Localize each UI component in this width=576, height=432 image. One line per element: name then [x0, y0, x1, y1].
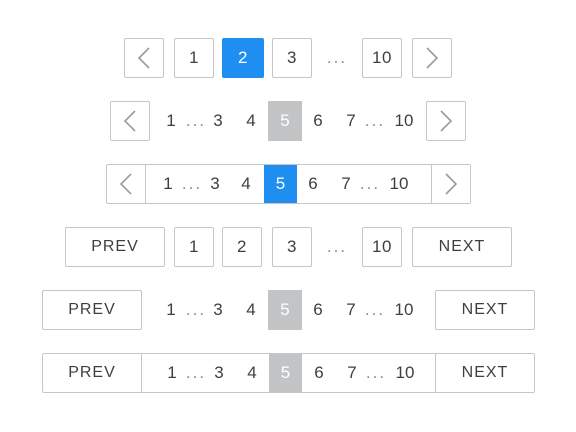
page-7-link[interactable]: 7 — [340, 290, 362, 330]
ellipsis: ... — [364, 111, 386, 130]
next-button[interactable]: NEXT — [436, 354, 534, 392]
pagination-group: 1 ... 3 4 5 6 7 ... 10 — [106, 164, 471, 204]
page-10-link[interactable]: 10 — [385, 165, 413, 203]
ellipsis: ... — [359, 174, 381, 193]
page-6-link[interactable]: 6 — [307, 101, 329, 141]
page-10-button[interactable]: 10 — [362, 227, 402, 267]
ellipsis: ... — [364, 300, 386, 319]
page-5-active[interactable]: 5 — [269, 354, 302, 392]
ellipsis: ... — [181, 174, 203, 193]
pagination-grouped: 1 ... 3 4 5 6 7 ... 10 — [0, 164, 576, 204]
chevron-left-icon — [123, 110, 136, 132]
page-7-link[interactable]: 7 — [341, 354, 363, 392]
next-button[interactable]: NEXT — [412, 227, 512, 267]
ellipsis: ... — [326, 48, 348, 67]
prev-button[interactable]: PREV — [65, 227, 165, 267]
page-3-link[interactable]: 3 — [208, 290, 228, 330]
prev-button[interactable]: PREV — [43, 354, 141, 392]
chevron-left-icon — [119, 173, 132, 195]
page-3-link[interactable]: 3 — [205, 165, 225, 203]
page-5-active[interactable]: 5 — [268, 101, 302, 141]
pagination-group: PREV 1 ... 3 4 5 6 7 ... 10 NEXT — [42, 353, 535, 393]
page-3-button[interactable]: 3 — [272, 227, 312, 267]
chevron-right-icon — [426, 47, 439, 69]
ellipsis: ... — [185, 363, 207, 382]
page-3-link[interactable]: 3 — [208, 101, 228, 141]
page-7-link[interactable]: 7 — [340, 101, 362, 141]
prev-button[interactable] — [124, 38, 164, 78]
pagination-boxed: 1 2 3 ... 10 — [0, 38, 576, 78]
ellipsis: ... — [326, 237, 348, 256]
divider — [141, 354, 142, 392]
ellipsis: ... — [185, 300, 207, 319]
page-6-link[interactable]: 6 — [307, 290, 329, 330]
prev-button[interactable] — [107, 165, 145, 203]
ellipsis: ... — [185, 111, 207, 130]
page-10-link[interactable]: 10 — [390, 101, 418, 141]
page-2-button-active[interactable]: 2 — [222, 38, 264, 78]
page-7-link[interactable]: 7 — [335, 165, 357, 203]
next-button[interactable] — [432, 165, 470, 203]
page-4-link[interactable]: 4 — [235, 165, 257, 203]
page-6-link[interactable]: 6 — [308, 354, 330, 392]
prev-button[interactable]: PREV — [42, 290, 142, 330]
page-1-link[interactable]: 1 — [157, 165, 179, 203]
ellipsis: ... — [365, 363, 387, 382]
page-10-link[interactable]: 10 — [390, 290, 418, 330]
page-4-link[interactable]: 4 — [240, 101, 262, 141]
chevron-right-icon — [440, 110, 453, 132]
page-10-button[interactable]: 10 — [362, 38, 402, 78]
prev-button[interactable] — [110, 101, 150, 141]
next-button[interactable]: NEXT — [435, 290, 535, 330]
next-button[interactable] — [412, 38, 452, 78]
page-1-link[interactable]: 1 — [160, 290, 182, 330]
page-6-link[interactable]: 6 — [302, 165, 324, 203]
page-10-link[interactable]: 10 — [391, 354, 419, 392]
page-3-link[interactable]: 3 — [209, 354, 229, 392]
page-4-link[interactable]: 4 — [240, 290, 262, 330]
page-2-button[interactable]: 2 — [222, 227, 262, 267]
pagination-text-grouped: PREV 1 ... 3 4 5 6 7 ... 10 NEXT — [0, 353, 576, 393]
next-button[interactable] — [426, 101, 466, 141]
page-1-link[interactable]: 1 — [160, 101, 182, 141]
pagination-text-minimal: PREV 1 ... 3 4 5 6 7 ... 10 NEXT — [0, 290, 576, 330]
chevron-left-icon — [137, 47, 150, 69]
page-5-active[interactable]: 5 — [268, 290, 302, 330]
pagination-minimal: 1 ... 3 4 5 6 7 ... 10 — [0, 101, 576, 141]
divider — [145, 165, 146, 203]
chevron-right-icon — [445, 173, 458, 195]
page-5-active[interactable]: 5 — [264, 165, 297, 203]
page-4-link[interactable]: 4 — [241, 354, 263, 392]
page-3-button[interactable]: 3 — [272, 38, 312, 78]
page-1-button[interactable]: 1 — [174, 227, 214, 267]
page-1-button[interactable]: 1 — [174, 38, 214, 78]
page-1-link[interactable]: 1 — [161, 354, 183, 392]
pagination-text-boxed: PREV 1 2 3 ... 10 NEXT — [0, 227, 576, 267]
